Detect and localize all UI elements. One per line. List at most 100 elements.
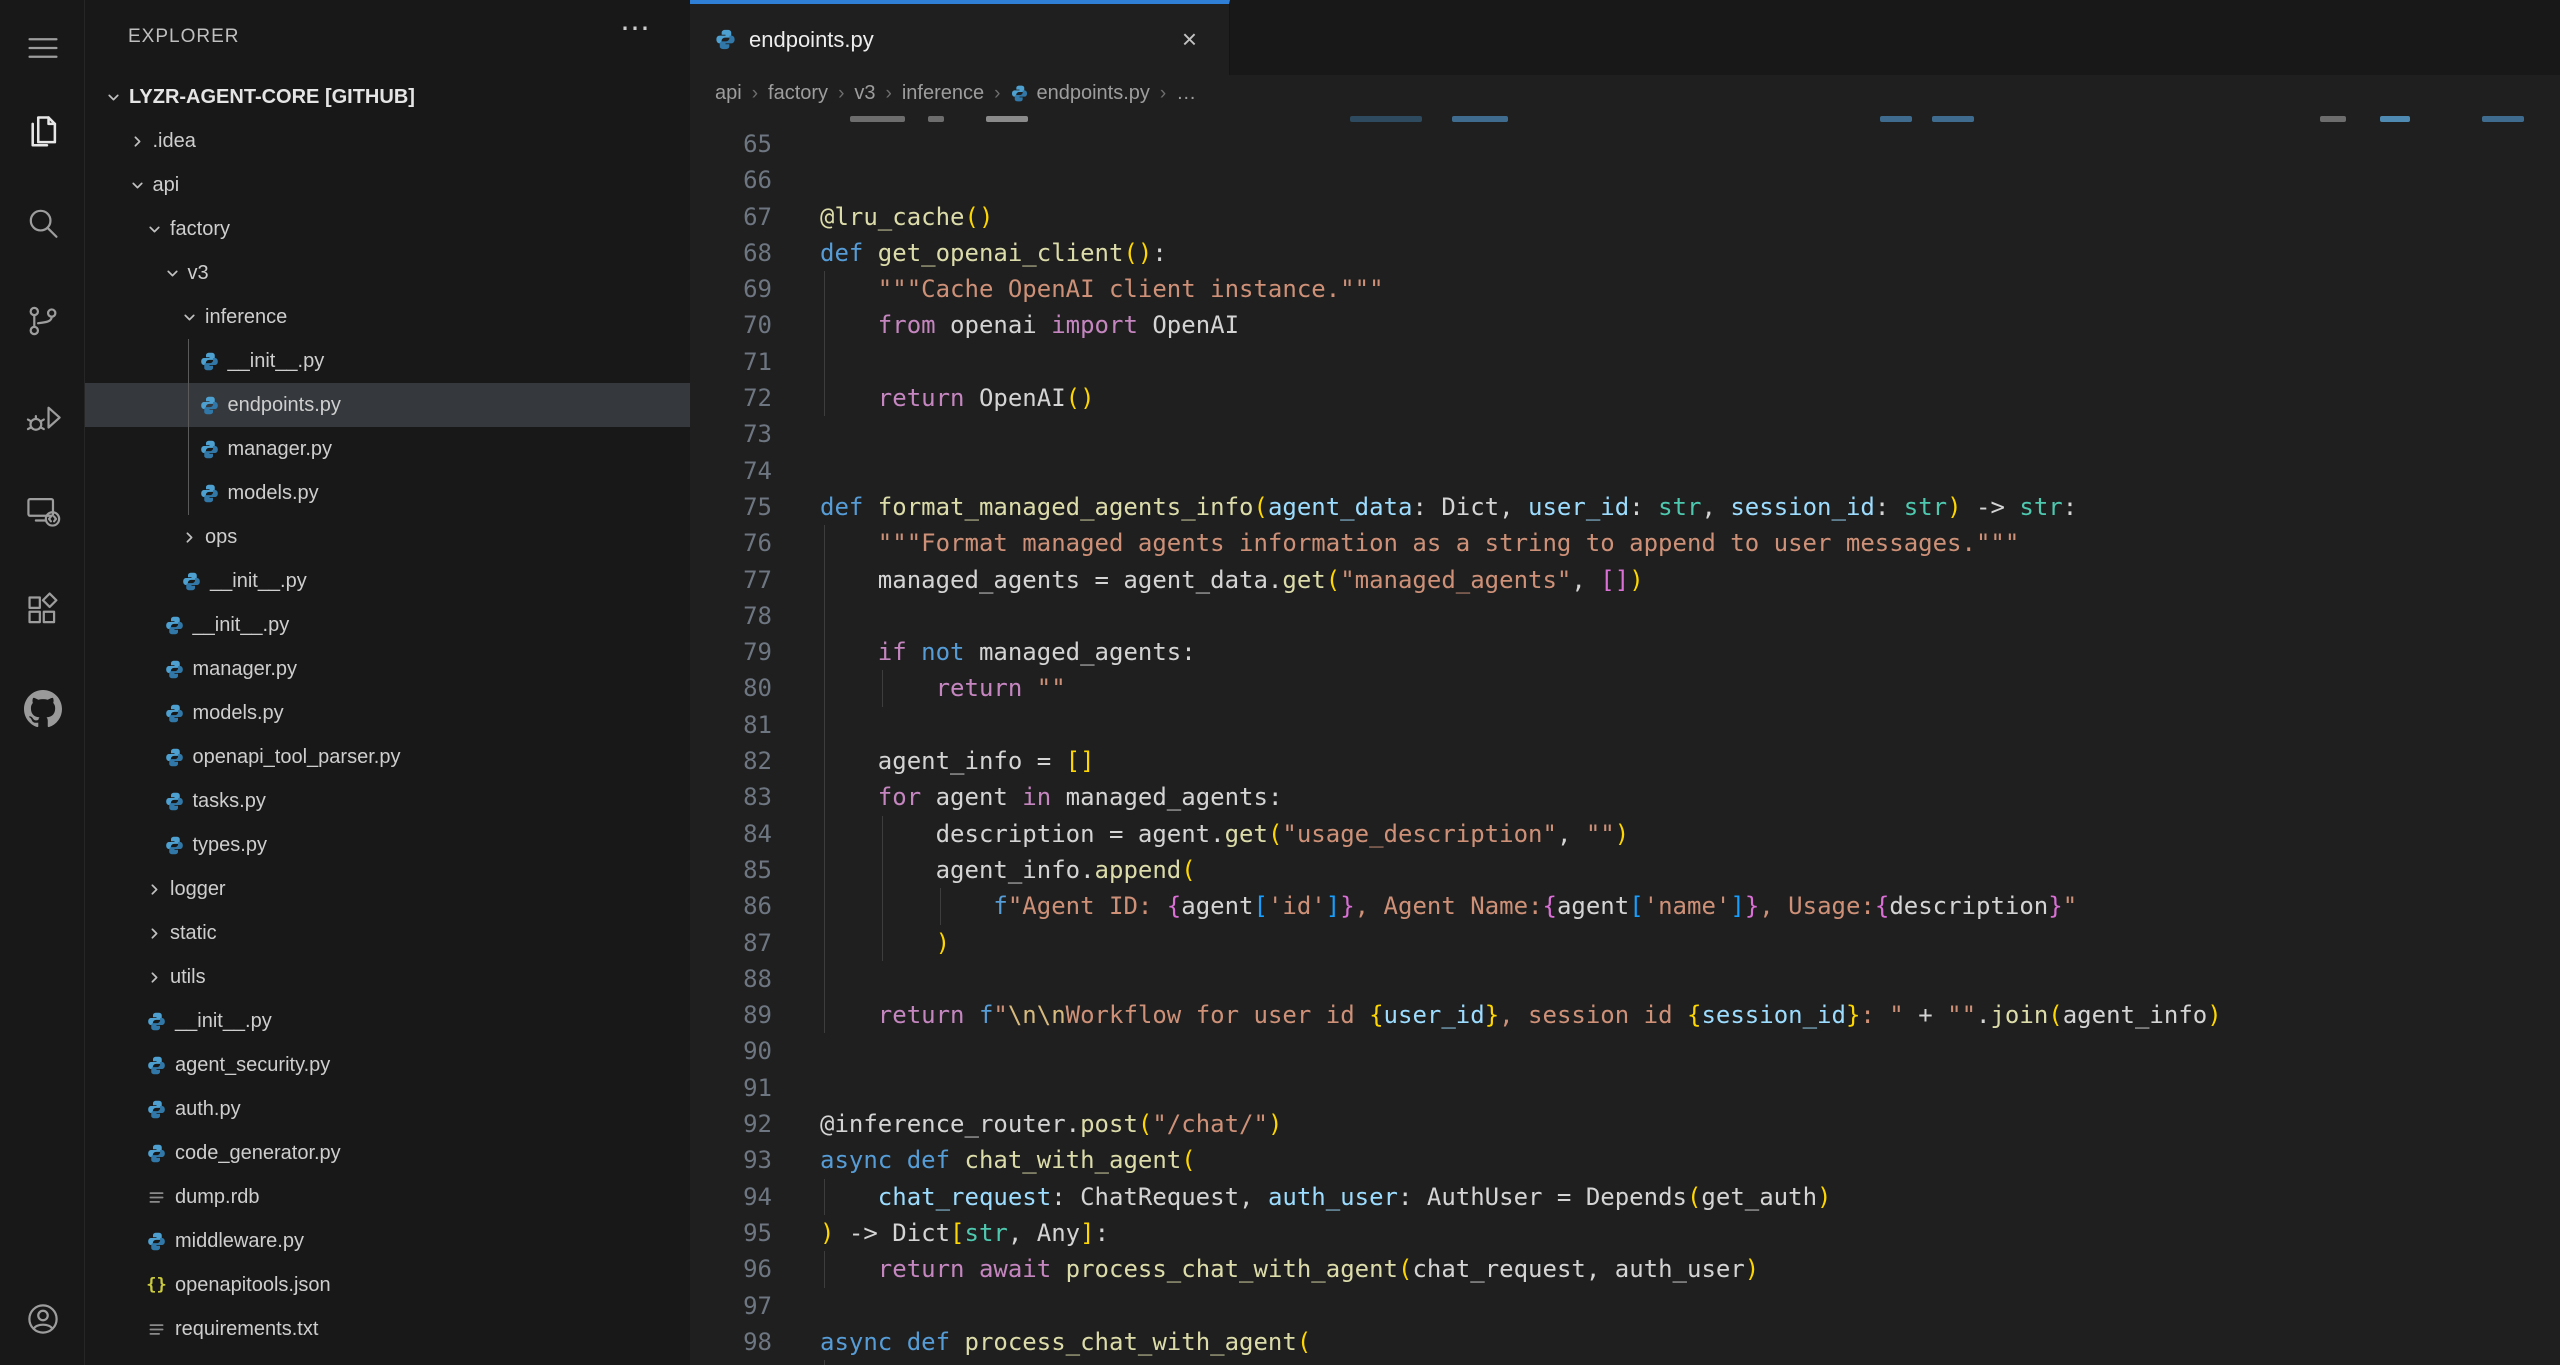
code-line-content: return f"\n\nWorkflow for user id {user_…: [772, 997, 2560, 1033]
activity-bar-source-control[interactable]: [0, 295, 85, 351]
tree-item-utils[interactable]: utils: [85, 955, 690, 999]
more-actions-icon[interactable]: ⋯: [620, 14, 650, 44]
clipped-code-fragment: [1452, 116, 1508, 122]
tree-item-openapitools-json[interactable]: {}openapitools.json: [85, 1263, 690, 1307]
tree-item-openapi-tool-parser-py[interactable]: openapi_tool_parser.py: [85, 735, 690, 779]
breadcrumb-item-factory[interactable]: factory: [768, 82, 828, 105]
tree-item-label: types.py: [193, 834, 267, 857]
line-number: 79: [690, 634, 772, 670]
tab-label: endpoints.py: [749, 27, 1178, 53]
tree-item-endpoints-py[interactable]: endpoints.py: [85, 383, 690, 427]
tree-item-label: __init__.py: [210, 570, 307, 593]
code-line-content: return OpenAI(): [772, 380, 2560, 416]
code-line-88: 88: [690, 961, 2560, 997]
code-line-69: 69 """Cache OpenAI client instance.""": [690, 271, 2560, 307]
python-file-icon: [164, 615, 185, 636]
line-number: 67: [690, 199, 772, 235]
code-line-content: agent_info.append(: [772, 852, 2560, 888]
tree-item--init-py[interactable]: __init__.py: [85, 603, 690, 647]
tree-item-static[interactable]: static: [85, 911, 690, 955]
activity-bar-search[interactable]: [0, 197, 85, 253]
breadcrumb-item-endpoints-py[interactable]: endpoints.py: [1010, 82, 1149, 105]
search-icon: [24, 204, 62, 247]
line-number: 91: [690, 1070, 772, 1106]
code-line-70: 70 from openai import OpenAI: [690, 307, 2560, 343]
code-line-77: 77 managed_agents = agent_data.get("mana…: [690, 562, 2560, 598]
python-file-icon: [181, 571, 202, 592]
breadcrumb-item-api[interactable]: api: [715, 82, 742, 105]
code-line-content: """Cache OpenAI client instance.""": [772, 271, 2560, 307]
tree-item-middleware-py[interactable]: middleware.py: [85, 1219, 690, 1263]
clipped-code-fragment: [1932, 116, 1974, 122]
code-line-98: 98async def process_chat_with_agent(: [690, 1324, 2560, 1360]
text-file-icon: [146, 1319, 167, 1340]
code-line-95: 95) -> Dict[str, Any]:: [690, 1215, 2560, 1251]
breadcrumb-item-inference[interactable]: inference: [902, 82, 984, 105]
python-file-icon: [146, 1055, 167, 1076]
breadcrumb-item--[interactable]: …: [1176, 82, 1196, 105]
code-line-content: [772, 1288, 2560, 1324]
activity-bar-explorer[interactable]: [0, 105, 85, 161]
tree-item--init-py[interactable]: __init__.py: [85, 559, 690, 603]
activity-bar-github[interactable]: [0, 683, 85, 739]
line-number: 88: [690, 961, 772, 997]
line-number: 70: [690, 307, 772, 343]
code-line-content: [772, 162, 2560, 198]
python-file-icon: [714, 28, 737, 51]
tree-item-ops[interactable]: ops: [85, 515, 690, 559]
tree-item-v3[interactable]: v3: [85, 251, 690, 295]
code-line-78: 78: [690, 598, 2560, 634]
code-line-73: 73: [690, 416, 2560, 452]
indent-guide: [824, 598, 825, 634]
tree-item-manager-py[interactable]: manager.py: [85, 647, 690, 691]
code-line-71: 71: [690, 344, 2560, 380]
tree-item-logger[interactable]: logger: [85, 867, 690, 911]
activity-bar-remote-explorer[interactable]: [0, 485, 85, 541]
tree-item-label: __init__.py: [228, 350, 325, 373]
tree-item-models-py[interactable]: models.py: [85, 691, 690, 735]
tree-item--init-py[interactable]: __init__.py: [85, 339, 690, 383]
indent-guide: [882, 888, 883, 924]
tree-item-manager-py[interactable]: manager.py: [85, 427, 690, 471]
tree-item-types-py[interactable]: types.py: [85, 823, 690, 867]
editor[interactable]: 656667@lru_cache()68def get_openai_clien…: [690, 112, 2560, 1365]
activity-bar-menu[interactable]: [0, 22, 85, 78]
tree-item-requirements-txt[interactable]: requirements.txt: [85, 1307, 690, 1351]
tree-item-factory[interactable]: factory: [85, 207, 690, 251]
python-file-icon: [164, 659, 185, 680]
tree-item-label: endpoints.py: [228, 394, 341, 417]
code-line-content: chat_request: ChatRequest, auth_user: Au…: [772, 1179, 2560, 1215]
indent-guide: [824, 1179, 825, 1215]
python-file-icon: [1010, 84, 1029, 103]
tree-item-lyzr-agent-core-github-[interactable]: LYZR-AGENT-CORE [GITHUB]: [85, 75, 690, 119]
tree-item-auth-py[interactable]: auth.py: [85, 1087, 690, 1131]
tree-item-code-generator-py[interactable]: code_generator.py: [85, 1131, 690, 1175]
files-icon: [24, 112, 62, 155]
tab-bar: endpoints.py ×: [690, 0, 2560, 75]
tree-item-label: __init__.py: [193, 614, 290, 637]
close-tab-icon[interactable]: ×: [1178, 24, 1201, 55]
tab-endpoints-py[interactable]: endpoints.py ×: [690, 0, 1230, 75]
tree-item-models-py[interactable]: models.py: [85, 471, 690, 515]
code-line-76: 76 """Format managed agents information …: [690, 525, 2560, 561]
tree-item-agent-security-py[interactable]: agent_security.py: [85, 1043, 690, 1087]
code-line-86: 86 f"Agent ID: {agent['id']}, Agent Name…: [690, 888, 2560, 924]
tree-item-dump-rdb[interactable]: dump.rdb: [85, 1175, 690, 1219]
activity-bar-run-debug[interactable]: [0, 392, 85, 448]
activity-bar-extensions[interactable]: [0, 585, 85, 641]
vscode-window: EXPLORER ⋯ LYZR-AGENT-CORE [GITHUB].idea…: [0, 0, 2560, 1365]
activity-bar-account[interactable]: [0, 1293, 85, 1349]
code-line-content: [772, 453, 2560, 489]
python-file-icon: [199, 483, 220, 504]
breadcrumb-item-v3[interactable]: v3: [854, 82, 875, 105]
line-number: 72: [690, 380, 772, 416]
tree-item--init-py[interactable]: __init__.py: [85, 999, 690, 1043]
code-line-content: for agent in managed_agents:: [772, 779, 2560, 815]
tree-item-inference[interactable]: inference: [85, 295, 690, 339]
python-file-icon: [199, 439, 220, 460]
tree-item-tasks-py[interactable]: tasks.py: [85, 779, 690, 823]
tree-item-label: agent_security.py: [175, 1054, 330, 1077]
tree-item--idea[interactable]: .idea: [85, 119, 690, 163]
chevron-down-icon: [181, 309, 205, 326]
tree-item-api[interactable]: api: [85, 163, 690, 207]
